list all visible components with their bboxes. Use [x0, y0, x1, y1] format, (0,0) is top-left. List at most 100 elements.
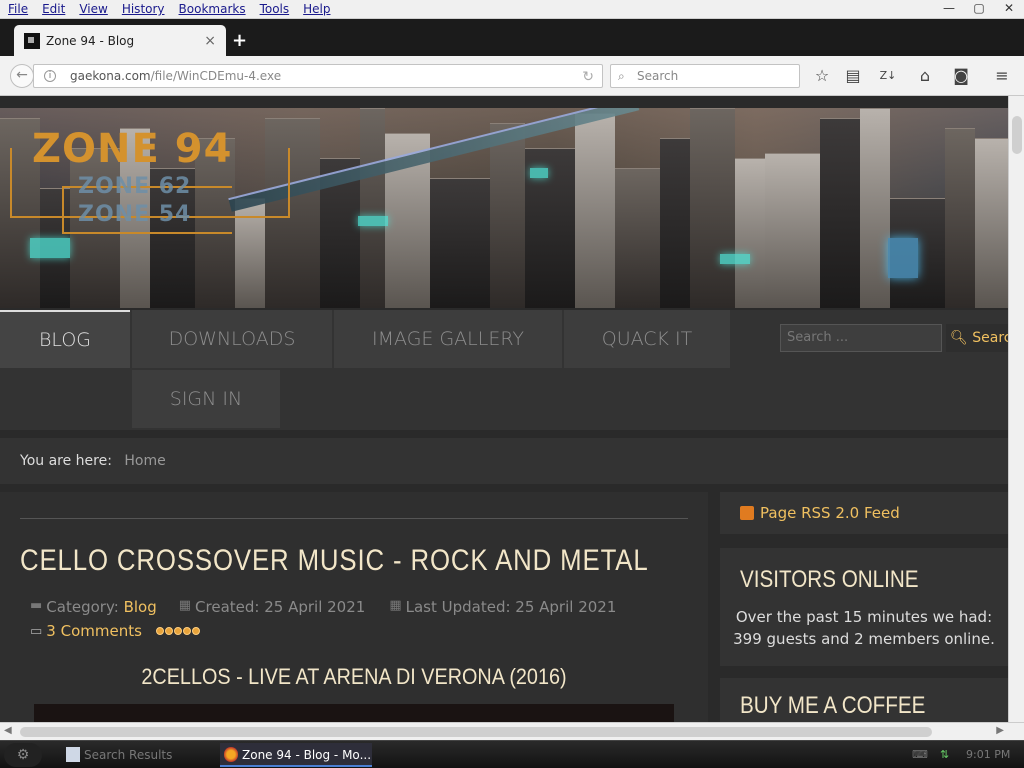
web-page: ZONE 94 ZONE 62 ZONE 54 BLOG DOWNLOADS I… — [0, 96, 1008, 722]
buy-me-coffee-box: BUY ME A COFFEE — [720, 678, 1008, 722]
visitors-line-2: 399 guests and 2 members online. — [733, 630, 995, 648]
billboard-screen — [888, 238, 918, 278]
rating-dot — [173, 627, 182, 635]
visitors-title: VISITORS ONLINE — [740, 566, 919, 593]
calendar-icon: ▦ — [178, 598, 192, 613]
new-tab-button[interactable]: + — [232, 30, 247, 51]
breadcrumb-prefix: You are here: — [20, 453, 112, 469]
zotero-icon[interactable]: Z↓ — [878, 66, 898, 86]
menu-bar: File Edit View History Bookmarks Tools H… — [0, 0, 1024, 19]
nav-quack-it[interactable]: QUACK IT — [564, 310, 730, 368]
menu-file[interactable]: File — [0, 2, 34, 16]
category-link[interactable]: Blog — [124, 598, 157, 616]
rating-dot — [164, 627, 173, 635]
site-info-icon[interactable]: i — [44, 70, 56, 82]
comments-row: ▭ 3 Comments — [30, 622, 200, 640]
vertical-scroll-thumb[interactable] — [1012, 116, 1022, 154]
divider — [20, 518, 688, 519]
rating-stars[interactable] — [155, 627, 200, 635]
comments-link[interactable]: 3 Comments — [46, 622, 142, 640]
firefox-icon — [224, 747, 238, 762]
nav-blog[interactable]: BLOG — [0, 310, 130, 368]
comment-icon: ▭ — [30, 623, 43, 639]
vertical-scrollbar[interactable] — [1008, 96, 1024, 722]
nav-sign-in[interactable]: SIGN IN — [132, 370, 280, 428]
calendar-edit-icon: ▦ — [389, 598, 402, 613]
rating-dot — [191, 627, 200, 635]
category-label: Category: — [46, 598, 119, 616]
menu-bookmarks[interactable]: Bookmarks — [171, 2, 252, 16]
url-host: gaekona.com — [70, 69, 151, 83]
back-button[interactable]: ← — [10, 64, 34, 88]
scroll-left-icon[interactable]: ◀ — [4, 725, 12, 736]
navigation-toolbar: i gaekona.com/file/WinCDEmu-4.exe ↻ ← ⌕ … — [0, 56, 1024, 96]
minimize-button[interactable]: — — [934, 0, 964, 19]
search-icon: ⌕ — [618, 69, 625, 83]
coffee-title: BUY ME A COFFEE — [740, 692, 926, 719]
close-tab-icon[interactable]: × — [204, 33, 216, 49]
logo-sub-zone54: ZONE 54 — [78, 202, 192, 227]
rating-dot — [182, 627, 191, 635]
menu-help[interactable]: Help — [295, 2, 336, 16]
nav-downloads[interactable]: DOWNLOADS — [132, 310, 332, 368]
article-meta: ▬ Category: Blog ▦ Created: 25 April 202… — [30, 598, 616, 616]
start-icon: ⚙ — [16, 747, 30, 763]
url-path: /file/WinCDEmu-4.exe — [150, 69, 282, 83]
video-embed[interactable] — [34, 704, 674, 722]
created-date: Created: 25 April 2021 — [195, 598, 366, 616]
scroll-right-icon[interactable]: ▶ — [996, 725, 1004, 736]
start-button[interactable]: ⚙ — [4, 743, 42, 767]
horizontal-scrollbar[interactable]: ◀ ▶ — [0, 722, 1024, 740]
horizontal-scroll-thumb[interactable] — [20, 727, 932, 737]
taskbar: ⚙ Search Results Zone 94 - Blog - Mo... … — [0, 740, 1024, 768]
breadcrumb: You are here: Home — [0, 438, 1008, 484]
site-search-input[interactable]: Search ... — [780, 324, 942, 352]
rating-dot — [155, 627, 164, 635]
nav-image-gallery[interactable]: IMAGE GALLERY — [334, 310, 562, 368]
back-arrow-icon: ← — [16, 67, 28, 83]
window-controls: — ▢ ✕ — [934, 0, 1024, 19]
bookmark-star-icon[interactable]: ☆ — [812, 66, 832, 86]
visitors-online-box: VISITORS ONLINE Over the past 15 minutes… — [720, 548, 1008, 666]
browser-search-placeholder: Search — [637, 69, 679, 83]
site-search-button[interactable]: 🔍︎ Search — [946, 324, 1008, 352]
menu-edit[interactable]: Edit — [34, 2, 71, 16]
article: CELLO CROSSOVER MUSIC - ROCK AND METAL ▬… — [0, 492, 708, 722]
menu-history[interactable]: History — [114, 2, 171, 16]
rss-icon — [740, 506, 754, 520]
pocket-icon[interactable]: ◙ — [951, 66, 971, 86]
logo-sub-zone62: ZONE 62 — [78, 174, 192, 199]
keyboard-icon[interactable]: ⌨ — [912, 743, 928, 767]
site-banner: ZONE 94 ZONE 62 ZONE 54 — [0, 108, 1008, 308]
rss-link[interactable]: Page RSS 2.0 Feed — [760, 504, 900, 522]
visitors-line-1: Over the past 15 minutes we had: — [735, 608, 993, 626]
close-window-button[interactable]: ✕ — [994, 0, 1024, 19]
rss-feed-box: Page RSS 2.0 Feed — [720, 492, 1008, 534]
reading-list-icon[interactable]: ▤ — [843, 66, 863, 86]
site-logo[interactable]: ZONE 94 — [32, 126, 232, 172]
breadcrumb-home-link[interactable]: Home — [124, 453, 165, 469]
tab-title: Zone 94 - Blog — [46, 33, 135, 48]
taskbar-item-firefox[interactable]: Zone 94 - Blog - Mo... — [220, 743, 372, 767]
maximize-button[interactable]: ▢ — [964, 0, 994, 19]
reload-icon[interactable]: ↻ — [582, 66, 594, 88]
article-title[interactable]: CELLO CROSSOVER MUSIC - ROCK AND METAL — [20, 544, 649, 578]
tab-bar: Zone 94 - Blog × + — [0, 19, 1024, 56]
document-icon — [66, 747, 80, 762]
clock[interactable]: 9:01 PM — [966, 743, 1010, 767]
network-icon[interactable]: ⇅ — [940, 743, 949, 767]
menu-view[interactable]: View — [71, 2, 113, 16]
tab-zone94-blog[interactable]: Zone 94 - Blog × — [14, 25, 226, 56]
search-icon: 🔍︎ — [950, 330, 968, 346]
menu-tools[interactable]: Tools — [252, 2, 296, 16]
task-label: Search Results — [84, 748, 173, 762]
browser-search-input[interactable]: ⌕ Search — [610, 64, 800, 88]
home-icon[interactable]: ⌂ — [915, 66, 935, 86]
taskbar-item-search-results[interactable]: Search Results — [62, 743, 212, 767]
address-bar[interactable]: i gaekona.com/file/WinCDEmu-4.exe ↻ — [33, 64, 603, 88]
browser-window: File Edit View History Bookmarks Tools H… — [0, 0, 1024, 768]
folder-icon: ▬ — [30, 598, 43, 613]
site-navigation: BLOG DOWNLOADS IMAGE GALLERY QUACK IT SI… — [0, 310, 1008, 430]
hamburger-menu-icon[interactable]: ≡ — [992, 66, 1012, 86]
task-label: Zone 94 - Blog - Mo... — [242, 748, 372, 762]
